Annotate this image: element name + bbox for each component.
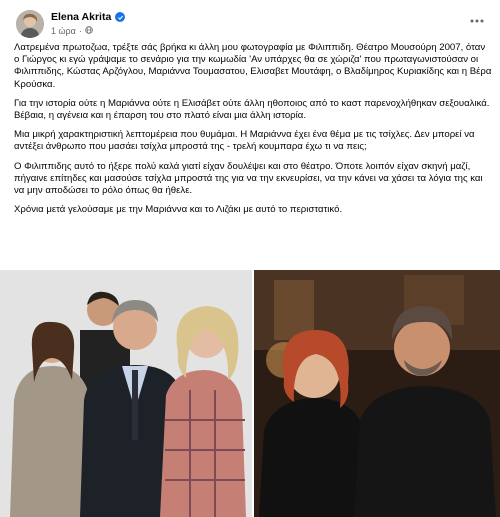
author-avatar[interactable] (16, 10, 44, 38)
post-body: Λατρεμένα πρωτοζωα, τρέξτε σάς βρήκα κι … (14, 42, 492, 223)
post-paragraph: Για την ιστορία ούτε η Μαριάννα ούτε η Ε… (14, 97, 490, 122)
author-name[interactable]: Elena Akrita (51, 11, 111, 23)
globe-icon (85, 26, 93, 36)
verified-badge-icon (115, 12, 126, 22)
post-paragraph: Μια μικρή χαρακτηριστική λεπτομέρεια που… (14, 129, 475, 153)
meta-separator: · (78, 26, 82, 36)
post-photos (0, 270, 500, 517)
post-meta: 1 ώρα · (51, 26, 93, 36)
more-options-icon (470, 19, 484, 23)
post-paragraph: Ο Φιλιππιδης αυτό το ήξερε πολύ καλά για… (14, 160, 483, 197)
post-paragraph: Χρόνια μετά γελούσαμε με την Μαριάννα κα… (14, 204, 343, 216)
author-row: Elena Akrita (51, 11, 126, 23)
post-header: Elena Akrita 1 ώρα · (0, 0, 500, 44)
post-timestamp[interactable]: 1 ώρα (51, 26, 76, 36)
more-options-button[interactable] (466, 10, 488, 32)
photo-cast-group[interactable] (0, 270, 252, 517)
photo-couple[interactable] (254, 270, 500, 517)
post-paragraph: Λατρεμένα πρωτοζωα, τρέξτε σάς βρήκα κι … (14, 42, 492, 90)
